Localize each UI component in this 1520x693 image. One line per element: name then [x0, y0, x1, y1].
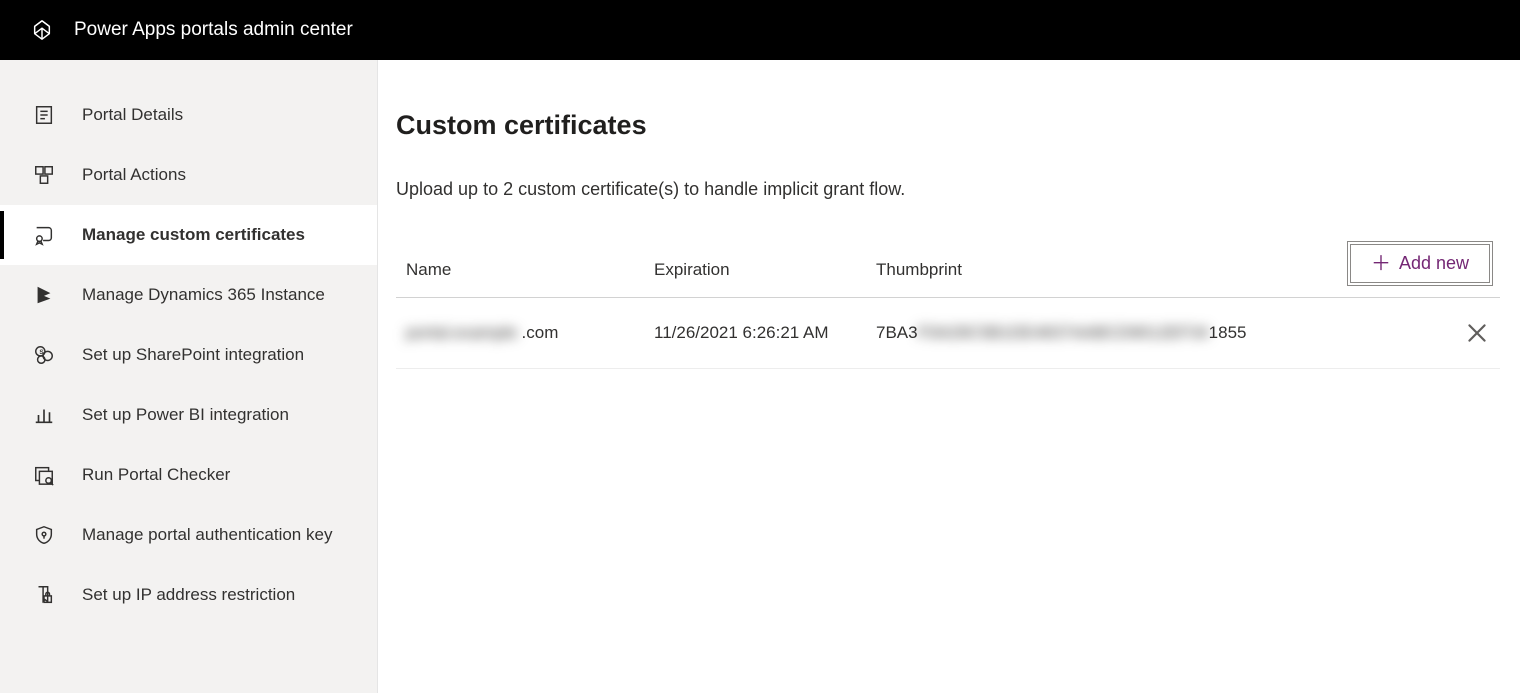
page-title: Custom certificates: [396, 110, 1500, 141]
sidebar-item-auth-key[interactable]: Manage portal authentication key: [0, 505, 377, 565]
powerbi-icon: [30, 401, 58, 429]
app-logo-icon: [30, 18, 54, 42]
plus-icon: ＋: [1371, 254, 1391, 274]
add-new-button[interactable]: ＋ Add new: [1350, 244, 1490, 283]
svg-text:S: S: [39, 349, 44, 356]
sidebar-item-manage-custom-certificates[interactable]: Manage custom certificates: [0, 205, 377, 265]
certificates-table: Name Expiration Thumbprint ＋ Add new por…: [396, 250, 1500, 369]
sidebar-item-label: Manage custom certificates: [82, 224, 359, 247]
column-header-name: Name: [406, 260, 654, 280]
sidebar-item-sharepoint[interactable]: S Set up SharePoint integration: [0, 325, 377, 385]
sidebar-item-label: Portal Details: [82, 104, 359, 127]
sidebar-item-portal-actions[interactable]: Portal Actions: [0, 145, 377, 205]
sidebar-item-label: Set up Power BI integration: [82, 404, 359, 427]
delete-cert-button[interactable]: [1464, 320, 1490, 346]
sidebar: Portal Details Portal Actions Manage cus…: [0, 60, 378, 693]
sidebar-item-label: Portal Actions: [82, 164, 359, 187]
topbar: Power Apps portals admin center: [0, 0, 1520, 60]
add-new-label: Add new: [1399, 253, 1469, 274]
cert-name-suffix: .com: [522, 323, 559, 343]
checker-icon: [30, 461, 58, 489]
page-subtitle: Upload up to 2 custom certificate(s) to …: [396, 179, 1500, 200]
cert-expiration-cell: 11/26/2021 6:26:21 AM: [654, 323, 876, 343]
ip-restriction-icon: [30, 581, 58, 609]
cert-thumbprint-cell: 7BA3F0A29C5B1DE4837AABCD9012EF341855: [876, 323, 1320, 343]
details-icon: [30, 101, 58, 129]
sidebar-item-powerbi[interactable]: Set up Power BI integration: [0, 385, 377, 445]
shield-icon: [30, 521, 58, 549]
cert-name-cell: portal.example.com: [406, 323, 654, 343]
sidebar-item-label: Manage Dynamics 365 Instance: [82, 284, 359, 307]
table-row: portal.example.com 11/26/2021 6:26:21 AM…: [396, 298, 1500, 369]
column-header-expiration: Expiration: [654, 260, 876, 280]
sidebar-item-portal-details[interactable]: Portal Details: [0, 85, 377, 145]
sidebar-item-ip-restriction[interactable]: Set up IP address restriction: [0, 565, 377, 625]
table-header-row: Name Expiration Thumbprint ＋ Add new: [396, 250, 1500, 298]
sidebar-item-label: Set up IP address restriction: [82, 584, 359, 607]
sidebar-item-manage-dynamics[interactable]: Manage Dynamics 365 Instance: [0, 265, 377, 325]
sharepoint-icon: S: [30, 341, 58, 369]
sidebar-item-label: Run Portal Checker: [82, 464, 359, 487]
brand-title: Power Apps portals admin center: [74, 19, 353, 41]
cert-name-redacted: portal.example: [406, 323, 518, 343]
main-content: Custom certificates Upload up to 2 custo…: [378, 60, 1520, 693]
dynamics-icon: [30, 281, 58, 309]
sidebar-item-label: Set up SharePoint integration: [82, 344, 359, 367]
sidebar-item-portal-checker[interactable]: Run Portal Checker: [0, 445, 377, 505]
thumbprint-suffix: 1855: [1209, 323, 1247, 342]
column-header-thumbprint: Thumbprint: [876, 260, 1320, 280]
thumbprint-prefix: 7BA3: [876, 323, 918, 342]
thumbprint-redacted: F0A29C5B1DE4837AABCD9012EF34: [918, 323, 1209, 343]
certificate-icon: [30, 221, 58, 249]
actions-icon: [30, 161, 58, 189]
sidebar-item-label: Manage portal authentication key: [82, 524, 359, 547]
